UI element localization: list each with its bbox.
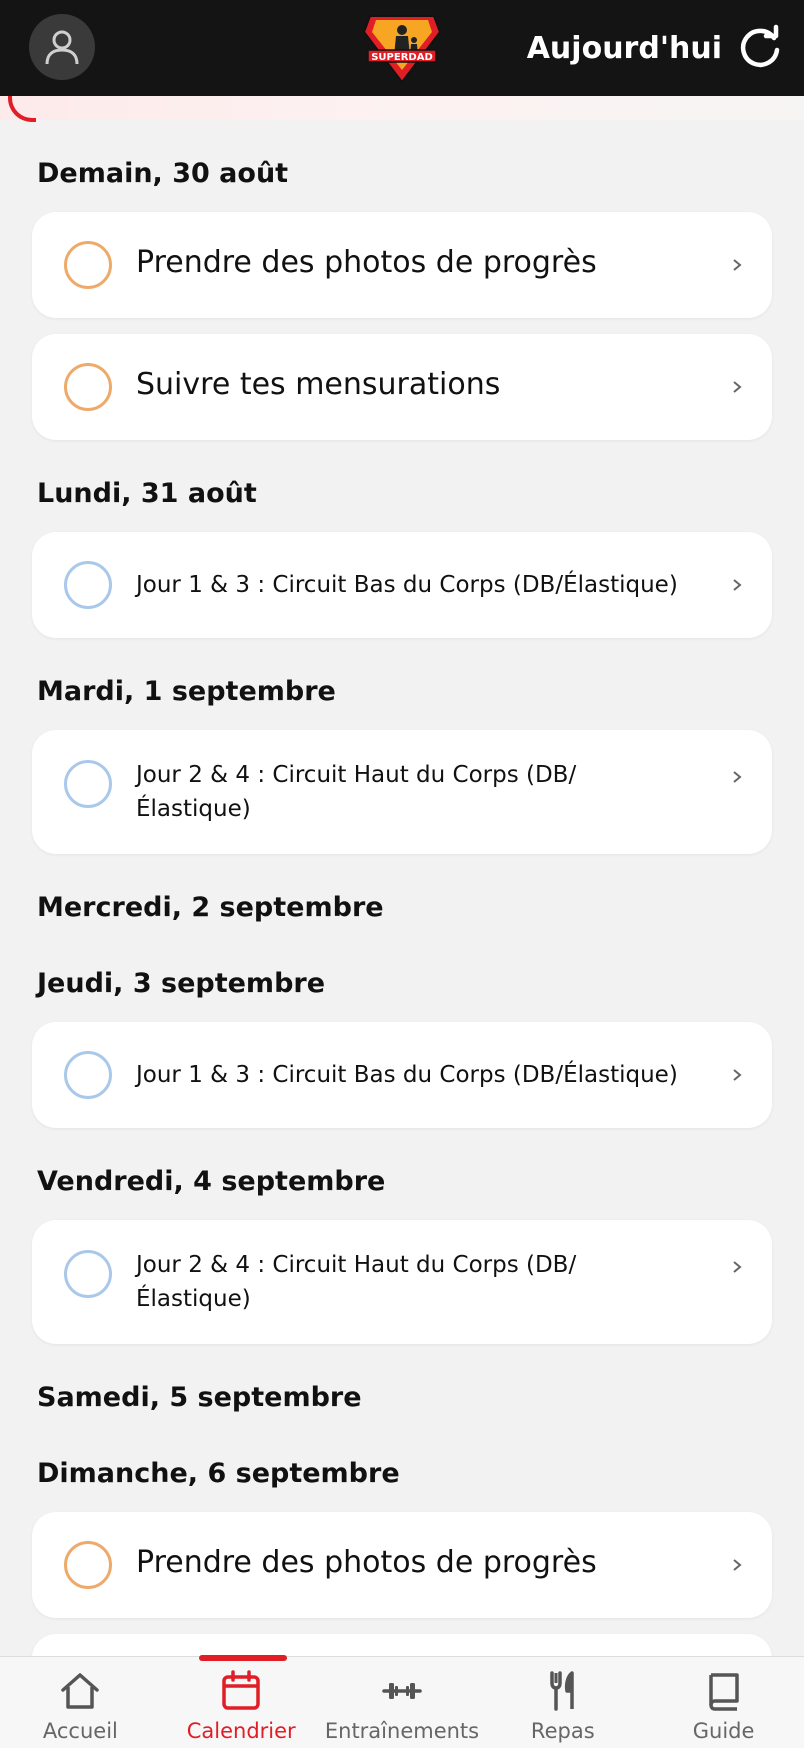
notification-banner [0,96,804,120]
chevron-right-icon [733,1261,742,1273]
profile-button[interactable] [29,14,95,80]
today-label: Aujourd'hui [526,30,722,66]
task-checkbox[interactable] [64,1250,112,1298]
chevron-right-icon [733,1559,742,1571]
active-tab-indicator [198,1655,287,1661]
task-checkbox[interactable] [64,363,112,411]
day-heading: Mercredi, 2 septembre [37,892,384,923]
top-bar: SUPERDAD Aujourd'hui [0,0,804,96]
task-title: Prendre des photos de progrès [136,1545,597,1580]
nav-label: Guide [692,1719,755,1743]
nav-guide[interactable]: Guide [643,1657,804,1748]
nav-label: Accueil [42,1719,118,1743]
utensils-icon [550,1671,574,1711]
task-card[interactable]: Jour 2 & 4 : Circuit Haut du Corps (DB/ … [32,1220,772,1344]
task-checkbox[interactable] [64,1541,112,1589]
calendar-icon [222,1670,260,1710]
nav-entrainements[interactable]: Entraînements [322,1657,483,1748]
task-title: Prendre des photos de progrès [136,245,597,280]
nav-calendrier[interactable]: Calendrier [161,1655,322,1748]
day-heading: Jeudi, 3 septembre [37,968,326,999]
task-title: Jour 2 & 4 : Circuit Haut du Corps (DB/ … [136,762,577,822]
task-checkbox[interactable] [64,1051,112,1099]
task-card[interactable]: Suivre tes mensurations [32,334,772,440]
chevron-right-icon [733,259,742,271]
task-checkbox[interactable] [64,241,112,289]
chevron-right-icon [733,381,742,393]
task-card[interactable]: Prendre des photos de progrès [32,212,772,318]
svg-text:SUPERDAD: SUPERDAD [371,52,433,63]
task-card[interactable]: Jour 1 & 3 : Circuit Bas du Corps (DB/Él… [32,532,772,638]
task-title: Suivre tes mensurations [136,367,501,402]
day-heading: Demain, 30 août [37,158,289,189]
nav-repas[interactable]: Repas [482,1657,643,1748]
task-title: Jour 1 & 3 : Circuit Bas du Corps (DB/Él… [136,572,678,598]
nav-label: Calendrier [186,1719,296,1743]
nav-label: Repas [530,1719,595,1743]
day-heading: Lundi, 31 août [37,478,257,509]
book-icon [708,1673,739,1711]
day-heading: Samedi, 5 septembre [37,1382,362,1413]
task-card[interactable]: Jour 2 & 4 : Circuit Haut du Corps (DB/ … [32,730,772,854]
refresh-icon [740,24,780,68]
nav-accueil[interactable]: Accueil [0,1657,161,1748]
user-icon [45,30,79,65]
day-heading: Mardi, 1 septembre [37,676,336,707]
task-checkbox[interactable] [64,561,112,609]
day-heading: Vendredi, 4 septembre [37,1166,386,1197]
dumbbell-icon [382,1683,422,1699]
chevron-right-icon [733,771,742,783]
nav-label: Entraînements [324,1719,480,1743]
home-icon [61,1673,100,1709]
chevron-right-icon [733,579,742,591]
task-title: Jour 2 & 4 : Circuit Haut du Corps (DB/ … [136,1252,577,1312]
today-button[interactable]: Aujourd'hui [527,20,784,76]
bottom-navigation: Accueil Calendrier Entraînements Repas G… [0,1655,804,1748]
superdad-logo: SUPERDAD [362,15,442,84]
day-heading: Dimanche, 6 septembre [37,1458,400,1489]
task-card[interactable]: Prendre des photos de progrès [32,1512,772,1618]
task-card[interactable]: Jour 1 & 3 : Circuit Bas du Corps (DB/Él… [32,1022,772,1128]
task-checkbox[interactable] [64,760,112,808]
task-title: Jour 1 & 3 : Circuit Bas du Corps (DB/Él… [136,1062,678,1088]
chevron-right-icon [733,1069,742,1081]
